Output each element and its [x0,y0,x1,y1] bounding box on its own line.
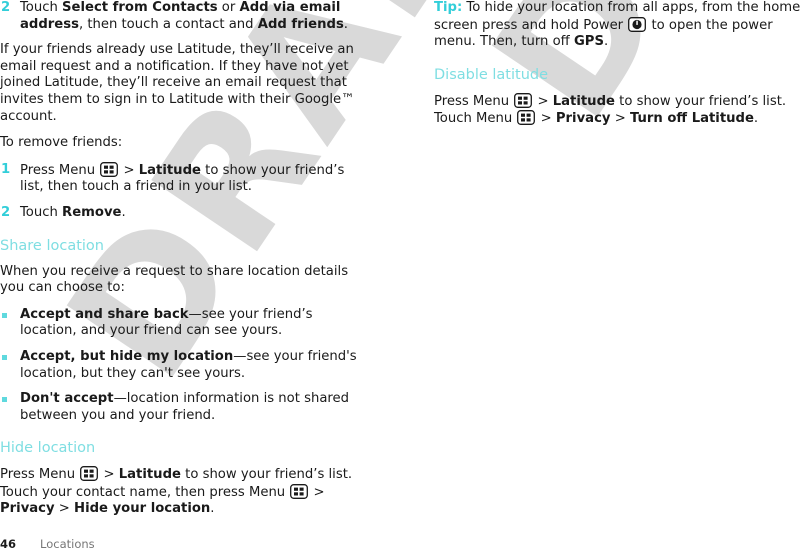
step-text: Touch Select from Contacts or Add via em… [20,0,348,32]
bullet-icon [2,354,7,360]
list-item: Don't accept—location information is not… [0,391,372,424]
latitude-friends-paragraph: If your friends already use Latitude, th… [0,42,355,124]
right-column: Tip: To hide your location from all apps… [434,0,811,138]
list-item-text: Don't accept—location information is not… [20,391,350,423]
step-number: 2 [1,204,11,220]
list-item: Accept and share back—see your friend’s … [0,307,372,340]
step-text: Touch Remove. [20,204,126,220]
menu-key-icon [517,110,536,126]
manual-page: 2 Touch Select from Contacts or Add via … [0,0,811,555]
section-heading-hide-location: Hide location [0,440,96,457]
section-heading-disable-latitude: Disable latitude [434,66,549,83]
page-number: 46 [0,537,17,551]
menu-key-icon [290,483,309,499]
tip-label: Tip: [434,0,463,15]
numbered-step: 2 Touch Remove. [0,205,372,222]
bullet-icon [2,397,7,403]
menu-key-icon [100,161,119,177]
menu-key-icon [80,466,99,482]
remove-friends-intro: To remove friends: [0,135,123,151]
numbered-step: 2 Touch Select from Contacts or Add via … [0,0,372,33]
page-footer: 46 Locations [0,537,380,551]
list-item-text: Accept and share back—see your friend’s … [20,306,313,339]
chapter-name: Locations [40,537,95,551]
bullet-icon [2,312,7,318]
disable-latitude-paragraph: Press Menu > Latitude to show your frien… [434,92,787,127]
list-item-text: Accept, but hide my location—see your fr… [20,348,357,381]
tip-paragraph: Tip: To hide your location from all apps… [434,0,801,50]
step-text: Press Menu > Latitude to show your frien… [20,161,345,195]
section-heading-share-location: Share location [0,237,104,254]
list-item: Accept, but hide my location—see your fr… [0,349,372,382]
left-column: 2 Touch Select from Contacts or Add via … [0,0,372,528]
share-location-intro: When you receive a request to share loca… [0,263,349,296]
numbered-step: 1 Press Menu > Latitude to show your fri… [0,162,372,196]
step-number: 2 [1,0,11,15]
power-key-icon [628,16,647,32]
step-number: 1 [1,161,11,177]
hide-location-paragraph: Press Menu > Latitude to show your frien… [0,466,353,517]
menu-key-icon [514,92,533,108]
